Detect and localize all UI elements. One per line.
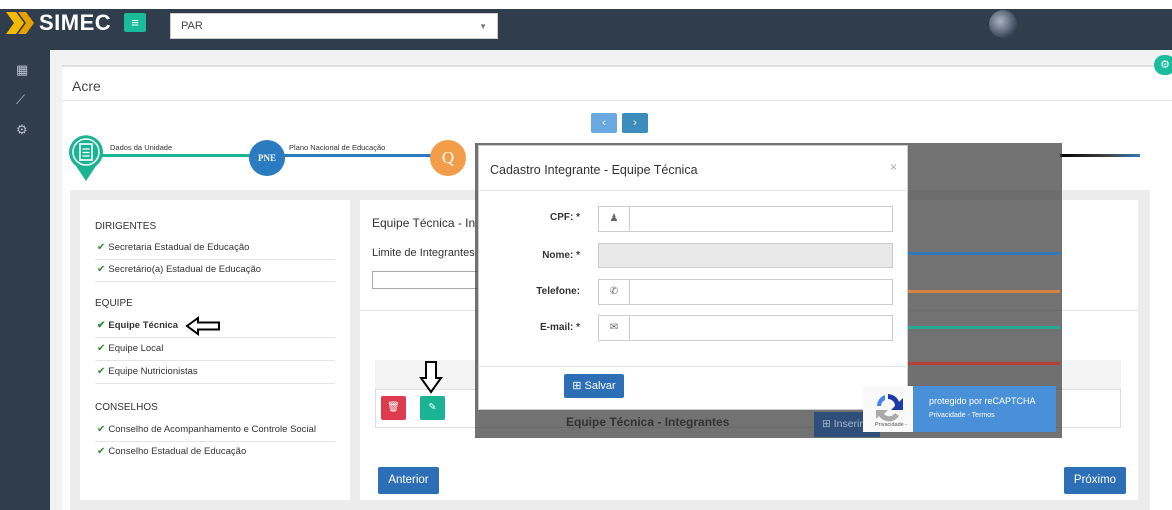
menu-item-conselho-acompanhamento[interactable]: ✔ Conselho de Acompanhamento e Controle S… — [97, 424, 316, 435]
user-avatar[interactable] — [989, 10, 1017, 38]
section-dirigentes: DIRIGENTES — [95, 221, 157, 232]
title-divider — [62, 100, 1172, 101]
program-select-value: PAR — [181, 20, 203, 32]
section-conselhos: CONSELHOS — [95, 402, 158, 413]
save-button[interactable]: ⊞ Salvar — [564, 374, 624, 398]
section-equipe: EQUIPE — [95, 298, 133, 309]
recaptcha-terms-link[interactable]: Privacidade - Termos — [929, 412, 995, 419]
menu-divider — [95, 360, 335, 361]
side-nav: ▦ ⟋ ⚙ — [0, 50, 50, 510]
modal-header-divider — [478, 190, 908, 191]
program-select[interactable]: PAR ▼ — [170, 13, 498, 39]
envelope-icon: ✉ — [598, 315, 630, 341]
simec-chevron-icon — [6, 12, 34, 34]
email-label: E-mail: * — [539, 322, 580, 333]
arrow-down-icon — [419, 361, 443, 394]
cpf-label: CPF: * — [550, 212, 580, 223]
menu-divider — [95, 441, 335, 442]
check-icon: ✔ — [97, 242, 106, 253]
check-icon: ✔ — [97, 366, 106, 377]
menu-item-secretaria[interactable]: ✔ Secretaria Estadual de Educação — [97, 242, 249, 253]
check-icon: ✔ — [97, 343, 106, 354]
email-input[interactable] — [629, 315, 893, 341]
menu-item-label: Equipe Local — [108, 343, 164, 354]
menu-item-equipe-tecnica[interactable]: ✔ Equipe Técnica — [97, 320, 178, 331]
menu-toggle-button[interactable]: ≡ — [124, 13, 146, 32]
document-icon[interactable] — [68, 134, 104, 182]
trash-icon: 🗑 — [387, 402, 400, 413]
check-icon: ✔ — [97, 320, 106, 331]
arrow-left-icon — [185, 316, 220, 336]
telefone-label: Telefone: — [536, 286, 580, 297]
menu-item-conselho-estadual[interactable]: ✔ Conselho Estadual de Educação — [97, 446, 246, 457]
menu-divider — [95, 281, 335, 282]
wizard-line-2 — [282, 154, 437, 157]
chart-line-icon[interactable]: ⟋ — [16, 92, 25, 108]
check-icon: ✔ — [97, 424, 106, 435]
check-icon: ✔ — [97, 264, 106, 275]
wizard-prev-button[interactable]: ‹ — [591, 113, 617, 133]
telefone-input[interactable] — [629, 279, 893, 305]
modal-title: Cadastro Integrante - Equipe Técnica — [490, 163, 698, 177]
step-label-pne[interactable]: Plano Nacional de Educação — [289, 143, 385, 152]
pencil-icon: ✎ — [428, 402, 437, 413]
menu-divider — [95, 259, 335, 260]
backdrop-line — [908, 290, 1060, 293]
menu-item-label: Secretário(a) Estadual de Educação — [108, 264, 262, 275]
simec-logo[interactable]: SIMEC — [6, 10, 111, 36]
menu-divider — [95, 337, 335, 338]
check-icon: ✔ — [97, 446, 106, 457]
step-q-icon[interactable]: Q — [430, 140, 466, 176]
menu-item-label: Equipe Técnica — [108, 320, 179, 331]
close-icon[interactable]: × — [890, 160, 897, 174]
limit-input[interactable] — [372, 271, 492, 289]
menu-item-label: Conselho de Acompanhamento e Controle So… — [108, 424, 316, 435]
step-pne-icon[interactable]: PNE — [249, 140, 285, 176]
cpf-input[interactable] — [629, 206, 893, 232]
edit-button[interactable]: ✎ — [420, 396, 445, 420]
menu-item-label: Equipe Nutricionistas — [108, 366, 198, 377]
user-settings-icon[interactable]: ⚙ — [1154, 55, 1172, 75]
backdrop-line — [908, 252, 1060, 255]
menu-item-equipe-local[interactable]: ✔ Equipe Local — [97, 343, 163, 354]
wizard-next-button[interactable]: › — [622, 113, 648, 133]
member-modal — [478, 145, 908, 410]
menu-item-label: Conselho Estadual de Educação — [108, 446, 247, 457]
phone-icon: ✆ — [598, 279, 630, 305]
nome-input[interactable] — [598, 243, 893, 268]
top-strip — [0, 0, 1172, 9]
next-button[interactable]: Próximo — [1064, 467, 1126, 494]
panel-title: Equipe Técnica - In — [372, 216, 476, 230]
previous-button[interactable]: Anterior — [378, 467, 439, 494]
backdrop-line — [908, 326, 1060, 329]
dashboard-icon[interactable]: ▦ — [16, 62, 28, 78]
menu-item-equipe-nutricionistas[interactable]: ✔ Equipe Nutricionistas — [97, 366, 198, 377]
step-label-dados[interactable]: Dados da Unidade — [110, 143, 172, 152]
wizard-line-1 — [90, 154, 255, 157]
limit-label: Limite de Integrantes — [372, 247, 475, 259]
backdrop-line — [908, 362, 1060, 365]
menu-item-secretario[interactable]: ✔ Secretário(a) Estadual de Educação — [97, 264, 261, 275]
recaptcha-privacy-small[interactable]: Privacidade - — [875, 422, 907, 428]
nome-label: Nome: * — [542, 250, 580, 261]
logo-text: SIMEC — [39, 10, 112, 35]
user-icon: ♟ — [598, 206, 630, 232]
menu-divider — [95, 383, 335, 384]
gears-icon[interactable]: ⚙ — [16, 122, 28, 138]
delete-button[interactable]: 🗑 — [381, 396, 406, 420]
page-title: Acre — [72, 78, 101, 94]
modal-footer-divider — [478, 366, 908, 367]
underlay-title: Equipe Técnica - Integrantes — [566, 415, 730, 429]
chevron-down-icon: ▼ — [479, 22, 487, 31]
wizard-line-end — [1060, 154, 1140, 157]
menu-item-label: Secretaria Estadual de Educação — [108, 242, 250, 253]
recaptcha-protected-text: protegido por reCAPTCHA — [929, 396, 1036, 406]
